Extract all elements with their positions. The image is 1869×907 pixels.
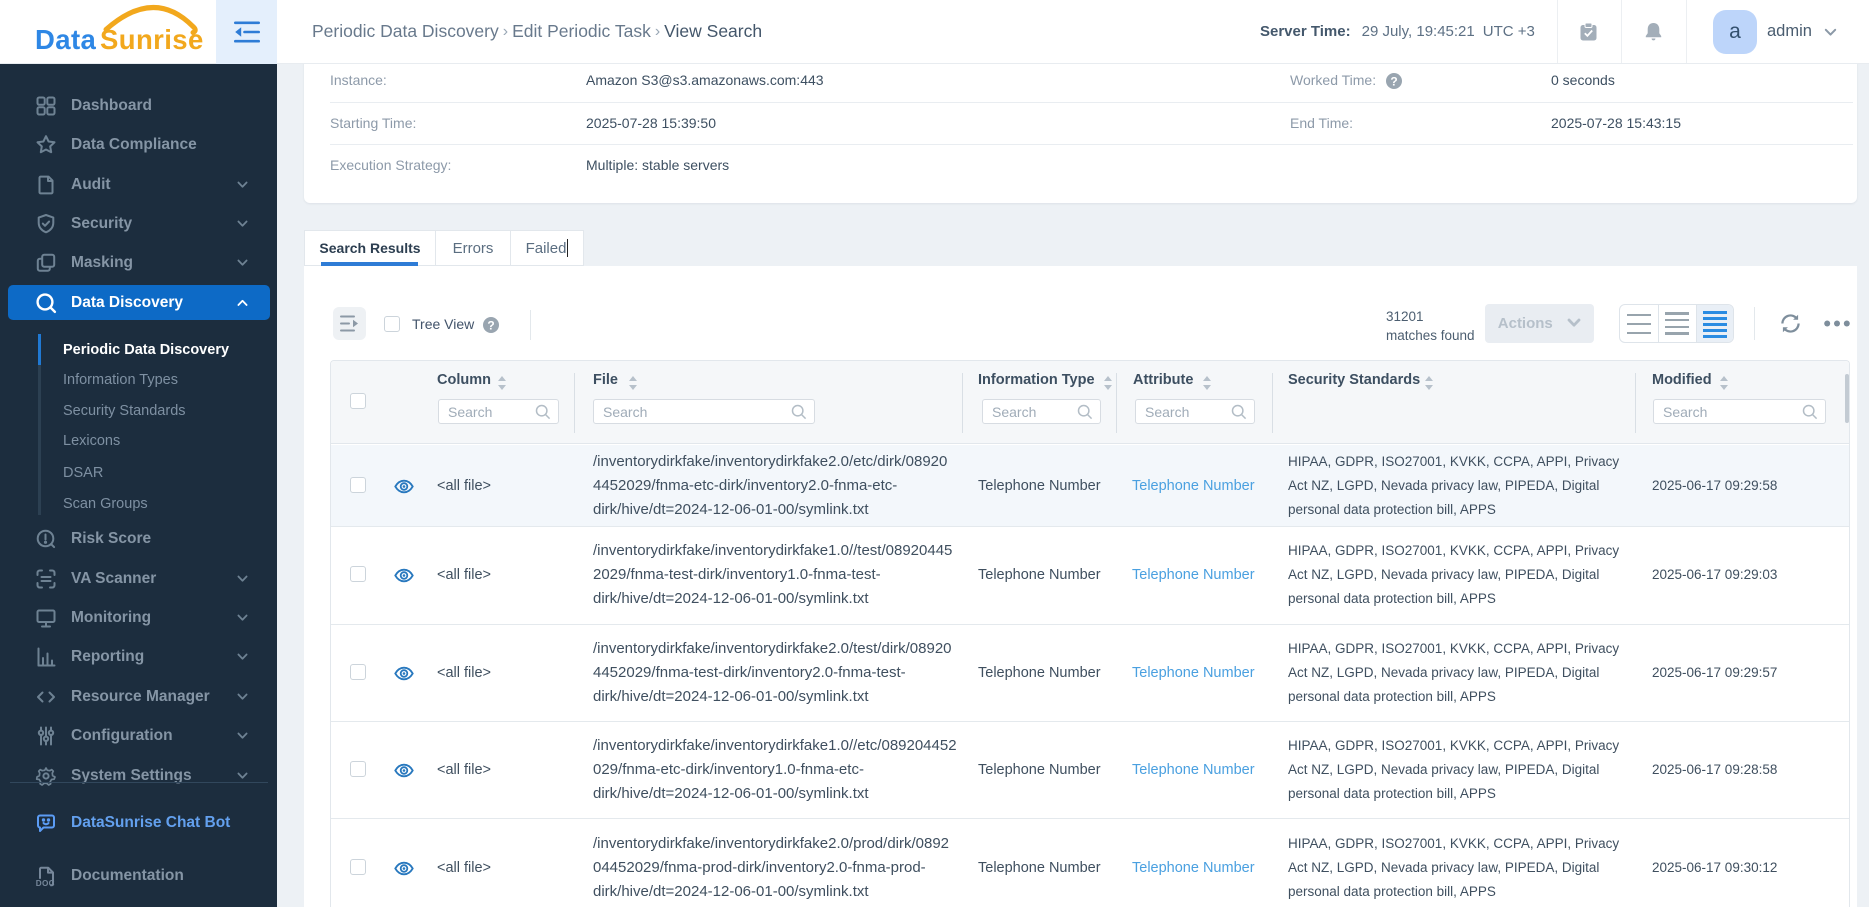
- svg-text:?: ?: [487, 319, 494, 333]
- svg-text:?: ?: [1390, 75, 1397, 89]
- svg-text:Data: Data: [36, 24, 97, 55]
- svg-text:Sunrise: Sunrise: [100, 24, 204, 55]
- svg-text:DOC: DOC: [36, 879, 55, 888]
